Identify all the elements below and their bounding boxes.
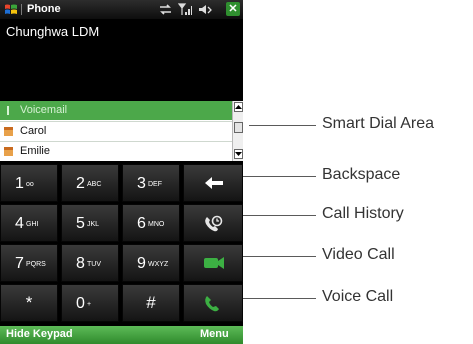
key-letters: WXYZ [148, 261, 169, 268]
windows-start-icon[interactable] [4, 3, 18, 16]
title-bar: Phone ✕ [0, 0, 243, 19]
caller-name: Chunghwa LDM [6, 24, 100, 39]
key-letters: TUV [87, 261, 101, 268]
scroll-up-button[interactable] [234, 102, 243, 112]
smart-dial-scrollbar[interactable] [232, 101, 243, 161]
callout-backspace: Backspace [322, 166, 401, 183]
key-digit: 4 [15, 215, 24, 232]
key-hash[interactable]: # [122, 284, 180, 322]
dial-keypad: 1 oo 2 ABC 3 DEF 4 GHI 5 JKL 6 MNO 7 PQR… [0, 164, 243, 324]
key-letters: DEF [148, 181, 162, 188]
voicemail-icon [7, 106, 9, 115]
callout-video-call: Video Call [322, 246, 395, 263]
chevron-down-icon [235, 152, 242, 156]
key-4[interactable]: 4 GHI [0, 204, 58, 242]
list-item-label: Carol [20, 125, 47, 137]
backspace-icon [205, 177, 223, 189]
key-5[interactable]: 5 JKL [61, 204, 119, 242]
key-digit: 7 [15, 255, 24, 272]
key-symbol: * [25, 293, 33, 312]
menu-softkey[interactable]: Menu [200, 328, 229, 340]
callout-line-backspace [243, 176, 316, 177]
callout-call-history: Call History [322, 205, 404, 222]
key-letters: PQRS [26, 261, 46, 268]
key-0[interactable]: 0 + [61, 284, 119, 322]
voice-call-button[interactable] [183, 284, 243, 322]
close-icon[interactable]: ✕ [226, 2, 240, 16]
contact-icon [4, 127, 13, 136]
list-item-voicemail[interactable]: Voicemail [0, 101, 232, 120]
key-digit: 8 [76, 255, 85, 272]
scroll-thumb[interactable] [234, 122, 243, 133]
callout-line-video-call [243, 256, 316, 257]
key-digit: 0 [76, 295, 85, 312]
callout-line-voice-call [243, 298, 316, 299]
key-digit: 9 [137, 255, 146, 272]
key-3[interactable]: 3 DEF [122, 164, 180, 202]
video-call-icon [204, 257, 224, 269]
key-1[interactable]: 1 oo [0, 164, 58, 202]
callout-smart-dial-area: Smart Dial Area [322, 115, 435, 132]
key-digit: 2 [76, 175, 85, 192]
callout-line-smart-dial [249, 125, 316, 126]
key-9[interactable]: 9 WXYZ [122, 244, 180, 282]
key-digit: 3 [137, 175, 146, 192]
soft-key-bar: Hide Keypad Menu [0, 326, 243, 344]
key-digit: 6 [137, 215, 146, 232]
key-star[interactable]: * [0, 284, 58, 322]
key-6[interactable]: 6 MNO [122, 204, 180, 242]
key-letters: MNO [148, 221, 165, 228]
callout-line-call-history [243, 215, 316, 216]
key-letters: + [87, 301, 92, 308]
list-item-label: Voicemail [20, 104, 68, 116]
speaker-icon[interactable] [198, 3, 214, 16]
key-symbol: # [146, 293, 156, 312]
title-separator [21, 4, 22, 15]
list-item-emilie[interactable]: Emilie [0, 142, 232, 161]
key-letters: GHI [26, 221, 39, 228]
scroll-down-button[interactable] [234, 149, 243, 159]
contact-icon [4, 147, 13, 156]
key-letters: ABC [87, 181, 102, 188]
video-call-button[interactable] [183, 244, 243, 282]
key-digit: 5 [76, 215, 85, 232]
callout-voice-call: Voice Call [322, 288, 394, 305]
list-item-carol[interactable]: Carol [0, 122, 232, 141]
chevron-up-icon [235, 105, 242, 109]
connectivity-icon[interactable] [158, 3, 173, 16]
key-8[interactable]: 8 TUV [61, 244, 119, 282]
voice-call-icon [205, 296, 219, 312]
list-item-label: Emilie [20, 145, 50, 157]
key-7[interactable]: 7 PQRS [0, 244, 58, 282]
key-2[interactable]: 2 ABC [61, 164, 119, 202]
phone-screen: Phone ✕ Chunghwa LDM Voicemail Carol Emi… [0, 0, 243, 344]
smart-dial-list: Voicemail Carol Emilie [0, 101, 232, 161]
hide-keypad-softkey[interactable]: Hide Keypad [6, 328, 73, 340]
key-letters: JKL [87, 221, 100, 228]
call-history-icon [205, 215, 223, 232]
key-letters: oo [26, 181, 34, 188]
app-title: Phone [27, 3, 61, 15]
signal-icon[interactable] [178, 3, 192, 16]
call-history-button[interactable] [183, 204, 243, 242]
key-digit: 1 [15, 175, 24, 192]
backspace-button[interactable] [183, 164, 243, 202]
